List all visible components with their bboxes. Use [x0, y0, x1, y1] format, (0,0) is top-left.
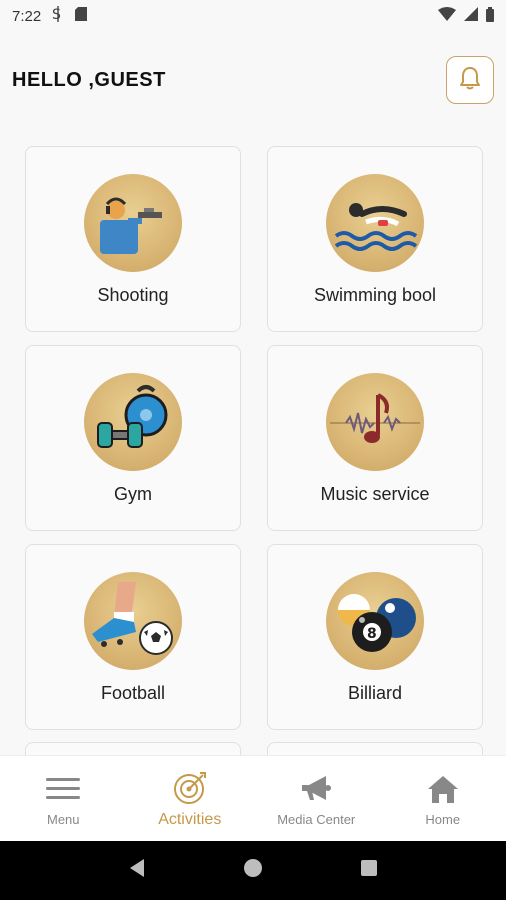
recents-icon[interactable]: [360, 859, 378, 882]
nav-menu-label: Menu: [46, 812, 80, 827]
bell-icon: [459, 66, 481, 95]
signal-icon: [464, 7, 478, 25]
greeting-title: HELLO ,GUEST: [12, 68, 166, 91]
status-time: 7:22: [12, 7, 42, 25]
wifi-icon: [438, 7, 456, 25]
activity-label: Shooting: [97, 285, 169, 305]
sd-card-icon: [75, 7, 88, 25]
system-navigation-bar: [0, 841, 506, 900]
notifications-button[interactable]: [446, 56, 494, 104]
status-bar: 7:22 S: [0, 0, 506, 32]
music-icon: [326, 373, 424, 471]
football-icon: [84, 572, 182, 670]
sync-icon: S: [51, 6, 65, 26]
nav-home[interactable]: Home: [380, 756, 506, 841]
nav-media-center[interactable]: Media Center: [253, 756, 380, 841]
swimming-icon: [326, 174, 424, 272]
activity-card-billiard[interactable]: 8 Billiard: [267, 544, 483, 730]
activity-card-gym[interactable]: Gym: [25, 345, 241, 531]
svg-text:8: 8: [367, 626, 377, 642]
nav-home-label: Home: [425, 812, 461, 827]
target-icon: [172, 769, 208, 807]
billiard-icon: 8: [326, 572, 424, 670]
activity-label: Football: [100, 683, 166, 703]
nav-activities[interactable]: Activities: [127, 756, 254, 841]
back-icon[interactable]: [128, 858, 146, 883]
activity-label: Billiard: [347, 683, 403, 703]
activity-label: Swimming bool: [313, 285, 437, 305]
activity-card-swimming[interactable]: Swimming bool: [267, 146, 483, 332]
activity-card-football[interactable]: Football: [25, 544, 241, 730]
svg-text:S: S: [52, 7, 61, 22]
nav-menu[interactable]: Menu: [0, 756, 127, 841]
activity-label: Music service: [320, 484, 430, 504]
menu-icon: [46, 770, 81, 808]
activity-card-music[interactable]: Music service: [267, 345, 483, 531]
activity-card-shooting[interactable]: Shooting: [25, 146, 241, 332]
home-icon: [427, 770, 459, 808]
home-circle-icon[interactable]: [243, 858, 263, 883]
nav-activities-label: Activities: [158, 810, 222, 828]
megaphone-icon: [300, 770, 332, 808]
activities-grid: Shooting Swimming bool Gym Music service…: [25, 146, 483, 730]
battery-icon: [486, 6, 494, 26]
nav-media-center-label: Media Center: [277, 812, 356, 827]
gym-icon: [84, 373, 182, 471]
activity-label: Gym: [114, 484, 152, 504]
shooting-icon: [84, 174, 182, 272]
bottom-navigation: Menu Activities Media Center Home: [0, 755, 506, 841]
header: HELLO ,GUEST: [0, 52, 506, 108]
